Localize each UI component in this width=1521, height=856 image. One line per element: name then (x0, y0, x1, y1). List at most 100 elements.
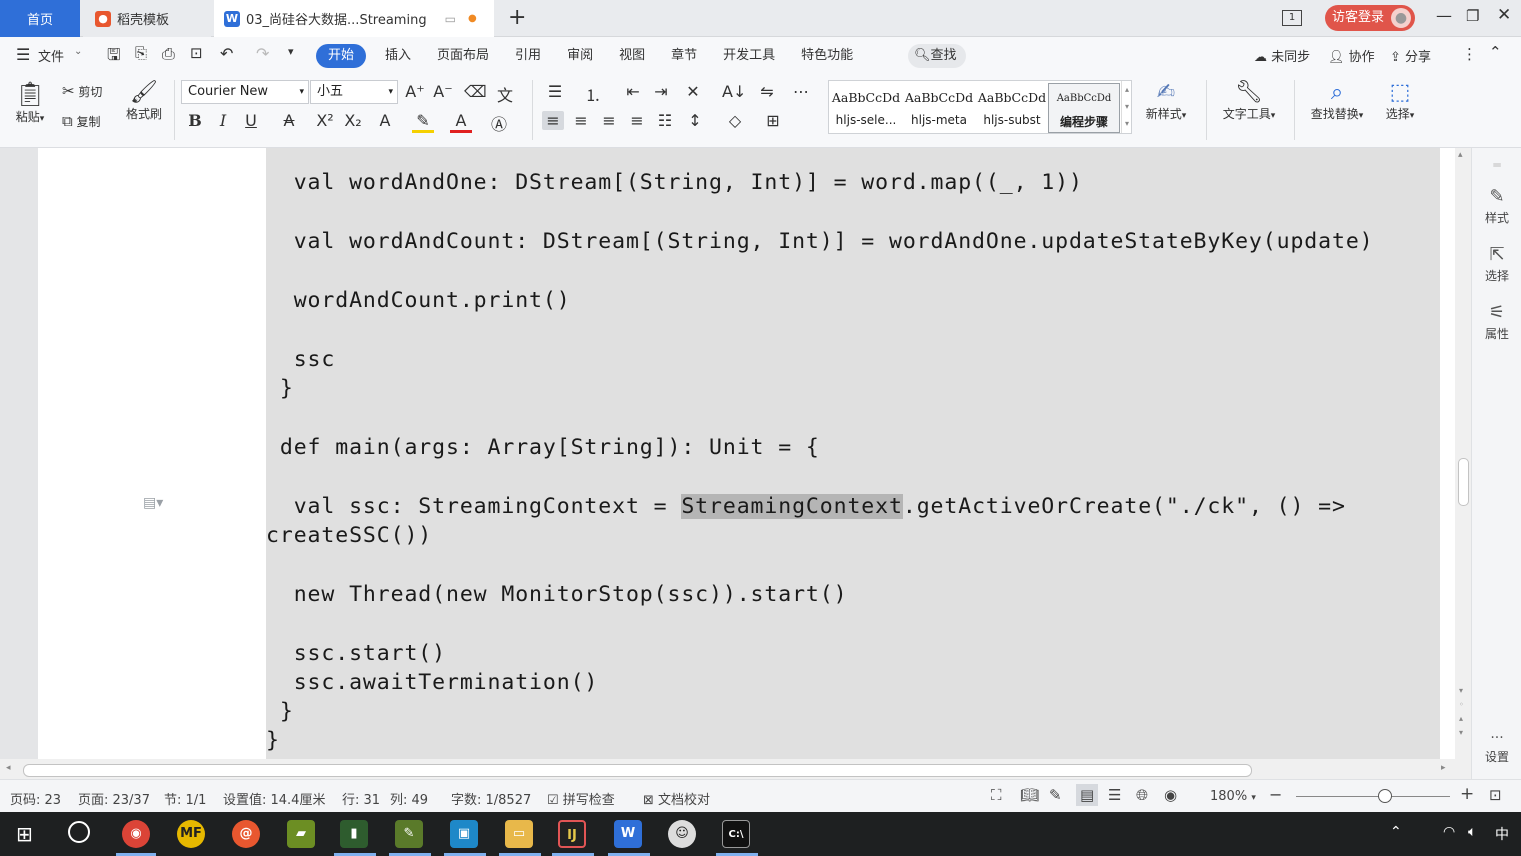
scroll-right-icon[interactable]: ▸ (1441, 763, 1446, 773)
search-button[interactable]: 🔍︎查找 (908, 44, 966, 68)
sort-icon[interactable]: A↓ (722, 82, 746, 101)
shading-icon[interactable]: ◇ (724, 111, 746, 130)
scroll-left-icon[interactable]: ◂ (6, 763, 11, 773)
ime-indicator[interactable]: 中 (1495, 824, 1509, 844)
scroll-up-icon[interactable]: ▴ (1458, 150, 1463, 160)
outline-view-icon[interactable]: ☰ (1108, 786, 1121, 804)
distribute-icon[interactable]: ☷ (654, 111, 676, 130)
zoom-out-icon[interactable]: − (1269, 785, 1282, 804)
bold-icon[interactable]: B (184, 111, 206, 130)
menu-references[interactable]: 引用 (502, 44, 554, 68)
italic-icon[interactable]: I (212, 111, 234, 130)
status-row[interactable]: 行: 31 (342, 789, 380, 808)
write-mode-icon[interactable]: ✎ (1049, 786, 1062, 804)
status-page[interactable]: 页面: 23/37 (78, 789, 150, 808)
shrink-font-icon[interactable]: A⁻ (432, 82, 454, 101)
menu-insert[interactable]: 插入 (372, 44, 424, 68)
decrease-indent-icon[interactable]: ⇤ (622, 82, 644, 101)
new-tab-button[interactable]: + (508, 5, 526, 30)
bullets-icon[interactable]: ☰ (544, 82, 566, 101)
page-view-icon[interactable]: ▤ (1076, 784, 1099, 806)
snail-app-icon[interactable]: @ (232, 820, 260, 848)
tab-marks-icon[interactable]: ⋯ (790, 82, 812, 101)
tab-home[interactable]: 首页 (0, 0, 80, 37)
font-color-icon[interactable]: A (450, 111, 472, 133)
copy-button[interactable]: ⧉ 复制 (62, 112, 101, 130)
zoom-slider[interactable] (1296, 796, 1450, 797)
volume-icon[interactable]: 🔈︎ (1468, 824, 1476, 840)
status-page-code[interactable]: 页码: 23 (10, 789, 61, 808)
window-icon[interactable]: ▭ (445, 12, 456, 26)
window-app-icon[interactable]: ▣ (450, 820, 478, 848)
style-item-selected[interactable]: AaBbCcDd 编程步骤 (1048, 83, 1120, 133)
intellij-icon[interactable]: IJ (558, 820, 586, 848)
folder-app-icon[interactable]: ▰ (287, 820, 315, 848)
horizontal-scroll-thumb[interactable] (23, 764, 1252, 777)
quick-access-dropdown-icon[interactable]: ▾ (288, 45, 294, 58)
new-style-button[interactable]: ✍ 新样式▾ (1140, 80, 1192, 122)
menu-start[interactable]: 开始 (316, 44, 367, 68)
clear-format-icon[interactable]: ⌫ (464, 82, 487, 101)
align-right-icon[interactable]: ≡ (598, 111, 620, 130)
format-painter-button[interactable]: 🖌︎ 格式刷 (122, 80, 166, 122)
phonetic-icon[interactable]: 文 (494, 82, 516, 106)
char-border-icon[interactable]: Ⓐ (488, 111, 510, 135)
hamburger-icon[interactable]: ☰ (16, 45, 30, 64)
paragraph-handle-icon[interactable]: ▤▾ (143, 495, 163, 511)
page-nav-icons[interactable]: ▾ ◦ ▴ ▾ (1459, 684, 1464, 740)
numbering-icon[interactable]: ⒈ (582, 82, 604, 106)
style-item[interactable]: AaBbCcDd hljs-meta (903, 83, 975, 133)
strikethrough-icon[interactable]: A (278, 111, 300, 130)
find-replace-button[interactable]: ⌕ 查找替换▾ (1304, 80, 1370, 122)
line-spacing-icon[interactable]: ↕ (684, 111, 706, 130)
cortana-icon[interactable] (68, 821, 90, 843)
text-tools-button[interactable]: 🔧︎ 文字工具▾ (1216, 80, 1282, 122)
chevron-down-icon[interactable]: ⌄ (74, 46, 82, 57)
panel-properties-button[interactable]: ⚟ 属性 (1472, 302, 1521, 342)
text-effect-icon[interactable]: A (374, 111, 396, 130)
status-words[interactable]: 字数: 1/8527 (451, 789, 531, 808)
proofread-button[interactable]: ⊠ 文档校对 (643, 789, 710, 808)
justify-icon[interactable]: ≡ (626, 111, 648, 130)
subscript-icon[interactable]: X₂ (342, 111, 364, 130)
close-icon[interactable]: ✕ (1497, 5, 1511, 25)
undo-icon[interactable]: ↶ (220, 44, 233, 63)
notepad-icon[interactable]: ✎ (395, 820, 423, 848)
wifi-icon[interactable]: ◠ (1443, 824, 1455, 840)
increase-indent-icon[interactable]: ⇥ (650, 82, 672, 101)
collapse-ribbon-icon[interactable]: ⌃ (1489, 43, 1502, 61)
grow-font-icon[interactable]: A⁺ (404, 82, 426, 101)
menu-dev-tools[interactable]: 开发工具 (710, 44, 788, 68)
status-section[interactable]: 节: 1/1 (164, 789, 206, 808)
page-count-icon[interactable]: 1 (1282, 10, 1302, 26)
windows-start-icon[interactable]: ⊞ (16, 822, 33, 846)
file-menu[interactable]: 文件 (38, 46, 64, 65)
menu-view[interactable]: 视图 (606, 44, 658, 68)
zoom-in-icon[interactable]: + (1460, 784, 1474, 804)
underline-icon[interactable]: U (240, 111, 262, 130)
zoom-level[interactable]: 180% ▾ (1210, 789, 1256, 804)
paste-button[interactable]: 📋︎ 粘贴▾ (12, 80, 48, 125)
collab-button[interactable]: 👤︎ 协作 (1328, 46, 1375, 65)
export-icon[interactable]: ⎘ (135, 44, 147, 62)
status-position[interactable]: 设置值: 14.4厘米 (223, 789, 325, 808)
minimize-icon[interactable]: — (1436, 6, 1452, 25)
smiley-app-icon[interactable]: ☺ (668, 820, 696, 848)
font-name-select[interactable]: Courier New ▾ (181, 80, 309, 104)
status-col[interactable]: 列: 49 (390, 789, 428, 808)
cmd-icon[interactable]: C:\ (722, 820, 750, 848)
tab-document[interactable]: W 03_尚硅谷大数据...Streaming ▭ ● (214, 0, 494, 37)
print-icon[interactable]: ⎙ (162, 44, 175, 64)
cut-button[interactable]: ✂ 剪切 (62, 82, 102, 100)
mf-app-icon[interactable]: MF (177, 820, 205, 848)
more-icon[interactable]: ⋮ (1462, 45, 1477, 63)
select-button[interactable]: ⬚ 选择▾ (1380, 80, 1420, 122)
redo-icon[interactable]: ↷ (256, 44, 269, 63)
sync-status[interactable]: ☁ 未同步 (1254, 46, 1310, 65)
borders-icon[interactable]: ⊞ (762, 111, 784, 130)
panel-select-button[interactable]: ⇱ 选择 (1472, 244, 1521, 284)
read-mode-icon[interactable]: 📖︎ (1020, 786, 1039, 804)
align-left-icon[interactable]: ≡ (542, 111, 564, 130)
highlight-icon[interactable]: ✎ (412, 111, 434, 133)
panel-settings-button[interactable]: ··· 设置 (1472, 730, 1521, 765)
